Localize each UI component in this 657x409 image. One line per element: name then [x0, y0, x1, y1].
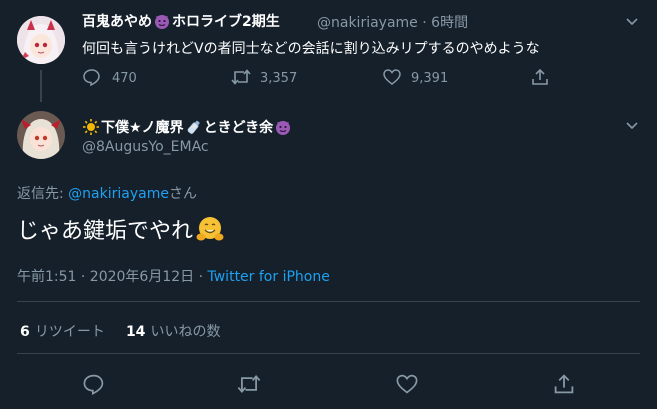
tweet-stats: 6 リツイート 14 いいねの数: [20, 321, 221, 341]
thread-line: [40, 70, 42, 102]
divider: [17, 301, 640, 302]
reply-to-line: 返信先: @nakiriayameさん: [17, 186, 197, 202]
quoted-tweet-text: 何回も言うけれどVの者同士などの会話に割り込みリプするのやめような: [82, 41, 540, 57]
tweet-source-link[interactable]: Twitter for iPhone: [208, 269, 330, 285]
share-icon[interactable]: [552, 372, 576, 396]
main-handle[interactable]: @8AugusYo_EMAc: [82, 139, 209, 155]
reply-to-link[interactable]: @nakiriayame: [68, 186, 169, 202]
chevron-down-icon[interactable]: [623, 12, 641, 30]
reply-icon[interactable]: [82, 372, 106, 396]
avatar-nakiriayame[interactable]: [17, 16, 65, 64]
quoted-like-count: 9,391: [411, 71, 449, 86]
avatar-main-author[interactable]: [17, 111, 65, 159]
quoted-retweet-count: 3,357: [260, 71, 298, 86]
retweet-stat[interactable]: 6 リツイート: [20, 321, 110, 340]
devil-emoji-icon: [274, 118, 292, 136]
share-icon[interactable]: [530, 67, 550, 87]
main-tweet-text: じゃあ鍵垢でやれ: [17, 213, 225, 245]
divider: [17, 353, 640, 354]
tweet-timestamp[interactable]: 午前1:51 · 2020年6月12日 ·: [17, 269, 208, 285]
quoted-handle[interactable]: @nakiriayame: [317, 15, 418, 31]
chevron-down-icon[interactable]: [623, 116, 641, 134]
hugging-emoji-icon: [195, 214, 225, 244]
like-icon[interactable]: [395, 372, 419, 396]
tweet-timestamp-line: 午前1:51 · 2020年6月12日 · Twitter for iPhone: [17, 266, 330, 286]
retweet-icon[interactable]: [230, 67, 252, 87]
quoted-time[interactable]: 6時間: [431, 15, 468, 31]
quoted-reply-count: 470: [112, 71, 137, 86]
like-icon[interactable]: [382, 67, 402, 87]
reply-icon[interactable]: [82, 67, 102, 87]
main-author-name[interactable]: 下僕★ノ魔界 ときどき余: [82, 117, 292, 137]
quoted-handle-time: @nakiriayame · 6時間: [317, 15, 469, 31]
devil-emoji-icon: [153, 12, 171, 30]
like-stat[interactable]: 14 いいねの数: [126, 321, 221, 340]
bottle-emoji-icon: [185, 118, 203, 136]
retweet-icon[interactable]: [236, 372, 262, 396]
quoted-author-name[interactable]: 百鬼あやめ ホロライブ2期生: [82, 11, 280, 31]
sun-emoji-icon: [82, 118, 100, 136]
